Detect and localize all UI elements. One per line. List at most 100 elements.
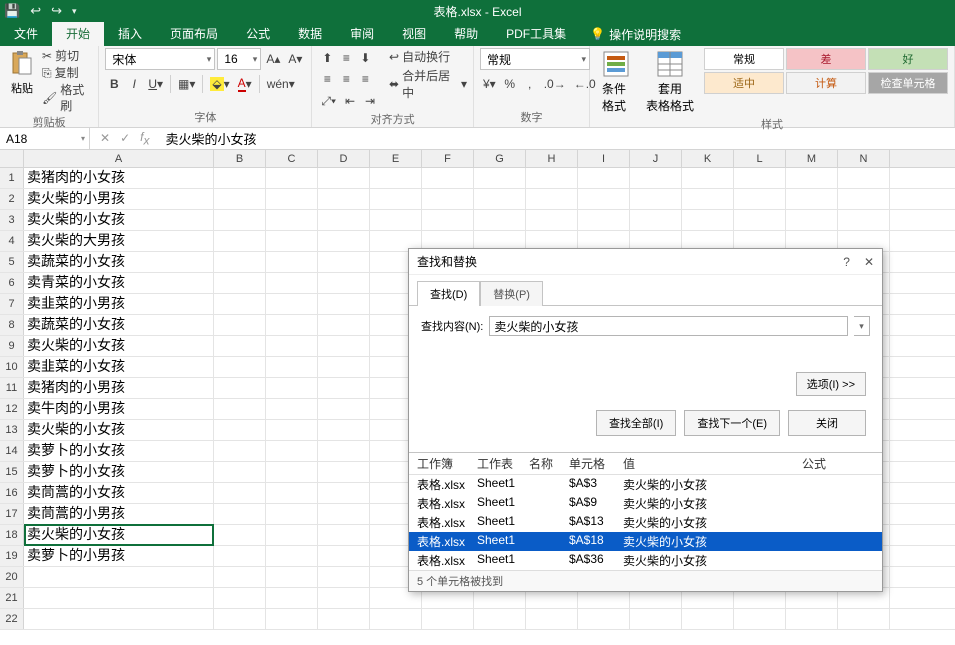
orientation-button[interactable]: ⤢▾ xyxy=(318,91,339,111)
cell[interactable] xyxy=(266,504,318,524)
cell[interactable] xyxy=(214,588,266,608)
cell[interactable] xyxy=(526,210,578,230)
row-header[interactable]: 3 xyxy=(0,210,24,230)
cell[interactable] xyxy=(318,210,370,230)
tab-插入[interactable]: 插入 xyxy=(104,22,156,46)
table-row[interactable]: 3卖火柴的小女孩 xyxy=(0,210,955,231)
row-header[interactable]: 20 xyxy=(0,567,24,587)
bold-button[interactable]: B xyxy=(105,74,123,94)
style-cell[interactable]: 适中 xyxy=(704,72,784,94)
cell[interactable]: 卖蔬菜的小女孩 xyxy=(24,315,214,335)
increase-indent-button[interactable]: ⇥ xyxy=(361,91,379,111)
find-history-dropdown[interactable]: ▾ xyxy=(854,316,870,336)
merge-center-button[interactable]: ⬌合并后居中▾ xyxy=(389,67,467,101)
format-table-button[interactable]: 套用 表格格式 xyxy=(640,48,700,116)
result-row[interactable]: 表格.xlsxSheet1$A$18卖火柴的小女孩 xyxy=(409,532,882,551)
cell[interactable] xyxy=(214,294,266,314)
cell[interactable]: 卖牛肉的小男孩 xyxy=(24,399,214,419)
tab-文件[interactable]: 文件 xyxy=(0,22,52,46)
cell[interactable] xyxy=(526,189,578,209)
cell[interactable] xyxy=(266,609,318,629)
cell[interactable] xyxy=(734,210,786,230)
cell[interactable] xyxy=(318,273,370,293)
table-row[interactable]: 2卖火柴的小男孩 xyxy=(0,189,955,210)
style-cell[interactable]: 计算 xyxy=(786,72,866,94)
phonetic-button[interactable]: wén▾ xyxy=(264,74,298,94)
tab-页面布局[interactable]: 页面布局 xyxy=(156,22,232,46)
col-header[interactable]: C xyxy=(266,150,318,167)
format-painter-button[interactable]: 🖌格式刷 xyxy=(42,82,92,114)
cell[interactable] xyxy=(474,168,526,188)
cell[interactable] xyxy=(266,336,318,356)
cell[interactable] xyxy=(24,609,214,629)
cell[interactable] xyxy=(318,231,370,251)
tab-公式[interactable]: 公式 xyxy=(232,22,284,46)
cell[interactable] xyxy=(266,294,318,314)
name-box[interactable]: A18 xyxy=(0,128,90,149)
cell[interactable] xyxy=(370,189,422,209)
font-size-combo[interactable]: 16 xyxy=(217,48,261,70)
border-button[interactable]: ▦▾ xyxy=(175,74,198,94)
cell[interactable] xyxy=(266,315,318,335)
cell[interactable] xyxy=(682,189,734,209)
col-header[interactable]: A xyxy=(24,150,214,167)
cell[interactable] xyxy=(682,609,734,629)
cell[interactable]: 卖猪肉的小男孩 xyxy=(24,378,214,398)
row-header[interactable]: 4 xyxy=(0,231,24,251)
cell[interactable] xyxy=(318,252,370,272)
row-header[interactable]: 12 xyxy=(0,399,24,419)
cell[interactable] xyxy=(682,168,734,188)
cell-styles-gallery[interactable]: 常规差好适中计算检查单元格 xyxy=(704,48,948,94)
cell[interactable]: 卖火柴的小男孩 xyxy=(24,189,214,209)
cell[interactable] xyxy=(266,378,318,398)
cell[interactable] xyxy=(422,609,474,629)
qat-customize-icon[interactable]: ▾ xyxy=(72,6,77,17)
cell[interactable] xyxy=(266,420,318,440)
row-header[interactable]: 6 xyxy=(0,273,24,293)
col-header[interactable]: M xyxy=(786,150,838,167)
cell[interactable] xyxy=(786,609,838,629)
table-row[interactable]: 22 xyxy=(0,609,955,630)
tab-帮助[interactable]: 帮助 xyxy=(440,22,492,46)
paste-button[interactable]: 粘贴 xyxy=(6,48,38,98)
cell[interactable]: 卖火柴的大男孩 xyxy=(24,231,214,251)
row-header[interactable]: 10 xyxy=(0,357,24,377)
cell[interactable] xyxy=(266,441,318,461)
cell[interactable] xyxy=(214,546,266,566)
cell[interactable] xyxy=(682,210,734,230)
cell[interactable] xyxy=(266,483,318,503)
cell[interactable] xyxy=(318,336,370,356)
cell[interactable] xyxy=(266,567,318,587)
close-icon[interactable]: ✕ xyxy=(864,255,874,269)
cell[interactable] xyxy=(214,483,266,503)
cell[interactable] xyxy=(838,168,890,188)
row-header[interactable]: 2 xyxy=(0,189,24,209)
cell[interactable] xyxy=(734,168,786,188)
align-top-button[interactable]: ⬆ xyxy=(318,48,336,68)
cell[interactable] xyxy=(266,399,318,419)
col-header[interactable]: D xyxy=(318,150,370,167)
increase-decimal-button[interactable]: .0→ xyxy=(541,74,569,94)
col-header[interactable]: G xyxy=(474,150,526,167)
row-header[interactable]: 1 xyxy=(0,168,24,188)
tab-审阅[interactable]: 审阅 xyxy=(336,22,388,46)
cell[interactable] xyxy=(578,609,630,629)
cell[interactable] xyxy=(318,357,370,377)
cell[interactable] xyxy=(838,609,890,629)
cell[interactable] xyxy=(318,420,370,440)
result-row[interactable]: 表格.xlsxSheet1$A$36卖火柴的小女孩 xyxy=(409,551,882,570)
row-header[interactable]: 17 xyxy=(0,504,24,524)
cell[interactable] xyxy=(318,567,370,587)
style-cell[interactable]: 差 xyxy=(786,48,866,70)
cell[interactable] xyxy=(214,609,266,629)
cell[interactable] xyxy=(318,483,370,503)
redo-icon[interactable]: ↪ xyxy=(51,3,62,19)
fx-icon[interactable]: fx xyxy=(140,130,149,147)
cell[interactable]: 卖韭菜的小男孩 xyxy=(24,294,214,314)
cell[interactable] xyxy=(318,189,370,209)
italic-button[interactable]: I xyxy=(125,74,143,94)
close-button[interactable]: 关闭 xyxy=(788,410,866,436)
cell[interactable] xyxy=(838,210,890,230)
cell[interactable] xyxy=(318,294,370,314)
row-header[interactable]: 21 xyxy=(0,588,24,608)
